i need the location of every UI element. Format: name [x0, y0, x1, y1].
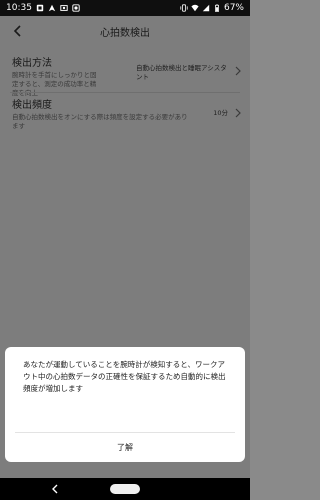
notification-icon	[36, 4, 44, 12]
setting-title: 検出頻度	[12, 100, 52, 111]
setting-description: 自動心拍数検出をオンにする際は頻度を設定する必要があります	[12, 113, 188, 130]
divider	[10, 92, 240, 93]
status-time: 10:35	[6, 3, 32, 13]
setting-detection-frequency[interactable]: 検出頻度 自動心拍数検出をオンにする際は頻度を設定する必要があります 10分	[12, 96, 242, 130]
image-icon	[60, 5, 68, 11]
app-bar: 心拍数検出	[0, 16, 250, 46]
signal-icon	[202, 4, 210, 12]
wifi-icon	[191, 4, 199, 12]
ok-button[interactable]: 了解	[5, 433, 245, 462]
chevron-right-icon	[235, 66, 241, 76]
setting-value: 自動心拍数検出と睡眠アシスタント	[136, 64, 227, 81]
settings-icon	[72, 4, 80, 12]
setting-description: 腕時計を手首にしっかりと固定すると、測定の成功率と精度を向上	[12, 71, 97, 97]
battery-percent: 67%	[223, 3, 244, 13]
vibrate-icon	[180, 4, 188, 12]
back-arrow-icon[interactable]	[10, 23, 26, 39]
dialog-message: あなたが運動していることを腕時計が検知すると、ワークアウト中の心拍数データの正確…	[23, 360, 226, 393]
battery-icon	[214, 4, 219, 12]
setting-detection-method[interactable]: 検出方法 腕時計を手首にしっかりと固定すると、測定の成功率と精度を向上 自動心拍…	[12, 54, 242, 97]
chevron-right-icon	[235, 108, 241, 118]
status-bar: 10:35 67%	[0, 0, 250, 16]
info-dialog: あなたが運動していることを腕時計が検知すると、ワークアウト中の心拍数データの正確…	[5, 347, 245, 462]
nav-home-pill[interactable]	[110, 484, 140, 494]
nav-back-icon[interactable]	[50, 483, 60, 495]
location-icon	[48, 4, 56, 12]
navigation-bar	[0, 478, 250, 500]
page-title: 心拍数検出	[100, 27, 150, 39]
setting-value: 10分	[213, 109, 228, 117]
